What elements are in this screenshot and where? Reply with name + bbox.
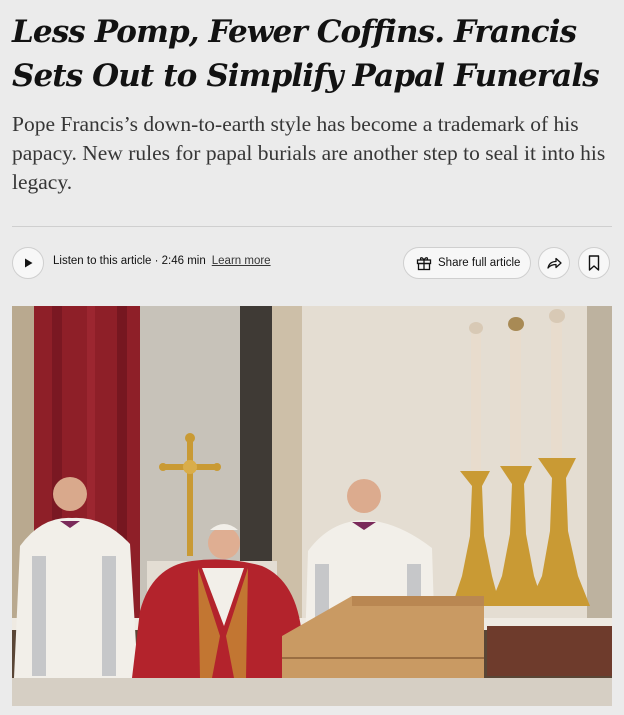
bookmark-icon (588, 255, 600, 271)
article-headline: Less Pomp, Fewer Coffins. Francis Sets O… (12, 14, 600, 94)
article-summary: Pope Francis’s down-to-earth style has b… (12, 112, 606, 194)
share-full-label: Share full article (438, 257, 521, 269)
gift-icon (416, 257, 432, 271)
play-audio-button[interactable] (12, 247, 44, 279)
lead-photo (12, 306, 612, 706)
divider (12, 226, 612, 227)
share-full-article-button[interactable]: Share full article (403, 247, 531, 279)
listen-info: Listen to this article · 2:46 min Learn m… (53, 255, 271, 267)
article-toolbar: Listen to this article · 2:46 min Learn m… (12, 246, 612, 280)
lead-photo-illustration (12, 306, 612, 706)
learn-more-link[interactable]: Learn more (212, 255, 271, 267)
save-bookmark-button[interactable] (578, 247, 610, 279)
share-button[interactable] (538, 247, 570, 279)
share-arrow-icon (547, 257, 562, 269)
listen-label: Listen to this article · 2:46 min (53, 255, 206, 267)
play-icon (25, 258, 33, 268)
